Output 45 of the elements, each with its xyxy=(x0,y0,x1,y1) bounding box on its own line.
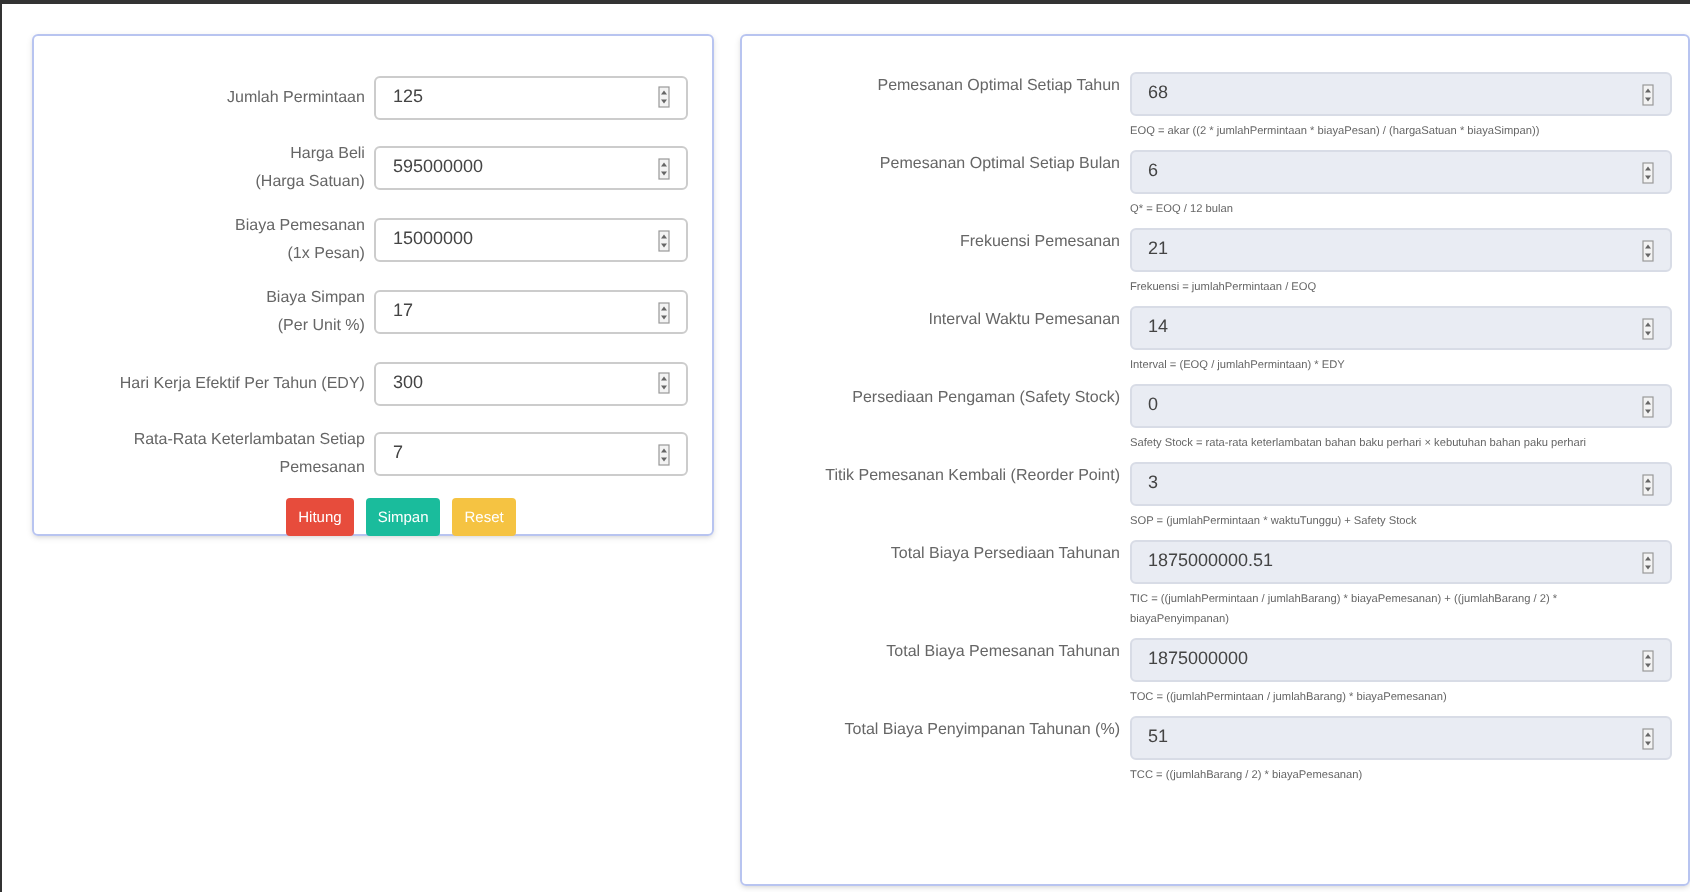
field-label: Interval Waktu Pemesanan xyxy=(926,308,1120,332)
number-field[interactable]: 21 xyxy=(1130,228,1672,272)
spinner-icon[interactable] xyxy=(1642,473,1654,495)
field-label: Rata-Rata Keterlambatan Setiap Pemesanan xyxy=(131,428,365,480)
field-label: Biaya Simpan (Per Unit %) xyxy=(264,286,365,338)
field-label: Pemesanan Optimal Setiap Tahun xyxy=(875,74,1120,98)
number-field[interactable]: 1875000000 xyxy=(1130,638,1672,682)
field-label: Biaya Pemesanan (1x Pesan) xyxy=(233,214,365,266)
spinner-icon[interactable] xyxy=(1642,649,1654,671)
spinner-icon[interactable] xyxy=(658,157,670,179)
field-label: Frekuensi Pemesanan xyxy=(957,230,1120,254)
number-field[interactable]: 6 xyxy=(1130,150,1672,194)
spinner-icon[interactable] xyxy=(1642,161,1654,183)
number-field[interactable]: 51 xyxy=(1130,716,1672,760)
spinner-icon[interactable] xyxy=(658,443,670,465)
number-field[interactable]: 595000000 xyxy=(374,146,688,190)
spinner-icon[interactable] xyxy=(1642,317,1654,339)
spinner-icon[interactable] xyxy=(1642,395,1654,417)
field-label: Hari Kerja Efektif Per Tahun (EDY) xyxy=(117,371,365,396)
number-field[interactable]: 14 xyxy=(1130,306,1672,350)
field-label: Titik Pemesanan Kembali (Reorder Point) xyxy=(823,464,1120,488)
field-label: Total Biaya Persediaan Tahunan xyxy=(888,542,1120,566)
field-label: Persediaan Pengaman (Safety Stock) xyxy=(850,386,1120,410)
field-label: Harga Beli (Harga Satuan) xyxy=(253,142,365,194)
number-field[interactable]: 3 xyxy=(1130,462,1672,506)
spinner-icon[interactable] xyxy=(1642,727,1654,749)
spinner-icon[interactable] xyxy=(658,86,670,108)
number-field[interactable]: 0 xyxy=(1130,384,1672,428)
number-field[interactable]: 7 xyxy=(374,432,688,476)
spinner-icon[interactable] xyxy=(1642,239,1654,261)
number-field[interactable]: 300 xyxy=(374,361,688,405)
field-label: Pemesanan Optimal Setiap Bulan xyxy=(877,152,1120,176)
number-field[interactable]: 17 xyxy=(374,290,688,334)
spinner-icon[interactable] xyxy=(1642,551,1654,573)
spinner-icon[interactable] xyxy=(658,229,670,251)
number-field[interactable]: 15000000 xyxy=(374,218,688,262)
field-label: Total Biaya Penyimpanan Tahunan (%) xyxy=(842,718,1120,742)
number-field[interactable]: 125 xyxy=(374,75,688,119)
spinner-icon[interactable] xyxy=(1642,83,1654,105)
number-field[interactable]: 68 xyxy=(1130,72,1672,116)
number-field[interactable]: 1875000000.51 xyxy=(1130,540,1672,584)
field-label: Total Biaya Pemesanan Tahunan xyxy=(884,640,1120,664)
field-label: Jumlah Permintaan xyxy=(225,85,365,109)
spinner-icon[interactable] xyxy=(658,301,670,323)
spinner-icon[interactable] xyxy=(658,372,670,394)
